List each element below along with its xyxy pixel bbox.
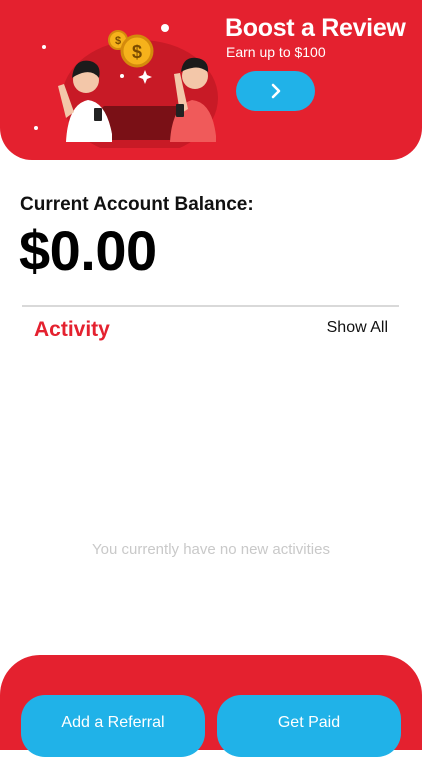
balance-label: Current Account Balance:: [20, 194, 254, 215]
svg-text:$: $: [115, 35, 121, 47]
balance-value: $0.00: [19, 219, 157, 282]
empty-activity-message: You currently have no new activities: [92, 541, 330, 558]
activity-title: Activity: [34, 318, 110, 341]
banner-subtitle: Earn up to $100: [226, 44, 326, 60]
chevron-right-icon: [271, 83, 280, 99]
add-referral-button[interactable]: Add a Referral: [21, 695, 205, 757]
banner-title: Boost a Review: [225, 14, 406, 42]
svg-text:$: $: [132, 42, 142, 62]
get-paid-button[interactable]: Get Paid: [217, 695, 401, 757]
divider: [22, 305, 399, 307]
boost-review-button[interactable]: [236, 71, 315, 111]
boost-review-banner[interactable]: $ $ Boost a Review Earn up to $100: [0, 0, 422, 160]
celebration-illustration: $ $: [34, 24, 218, 148]
show-all-link[interactable]: Show All: [327, 319, 388, 337]
